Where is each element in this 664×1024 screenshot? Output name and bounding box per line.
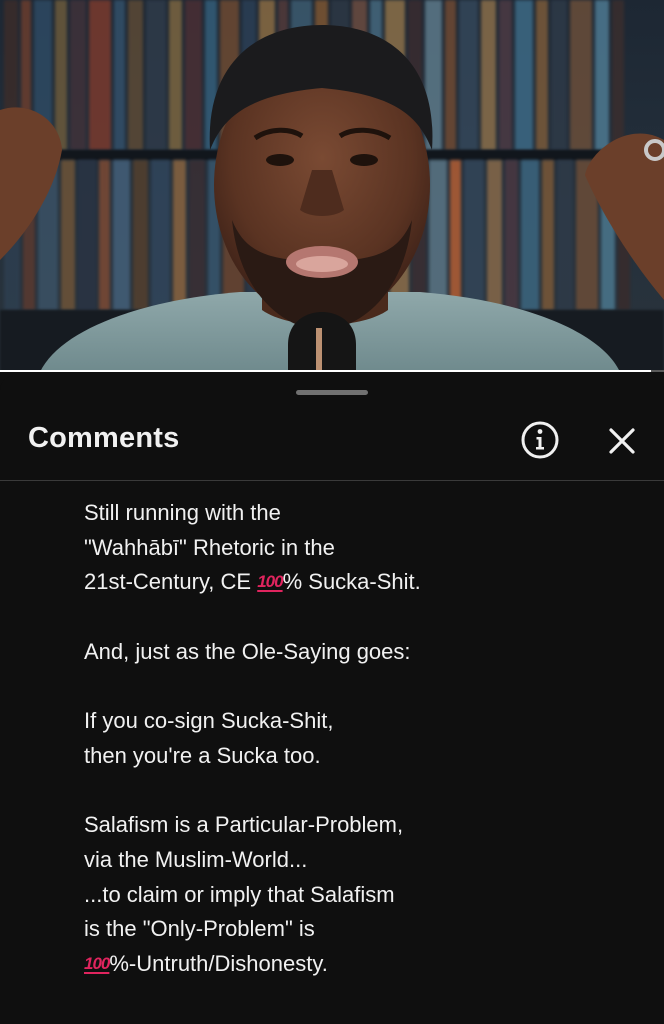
- close-button[interactable]: [600, 419, 644, 463]
- video-progress-bar[interactable]: [0, 370, 664, 372]
- info-button[interactable]: [519, 419, 561, 461]
- comment-line: Still running with the: [84, 500, 281, 525]
- video-progress-fill: [0, 370, 651, 372]
- comment-line: is the "Only-Problem" is: [84, 916, 315, 942]
- comment-line: And, just as the Ole-Saying goes:: [84, 638, 411, 664]
- comment-paragraph: And, just as the Ole-Saying goes:: [84, 635, 644, 670]
- close-icon: [609, 428, 635, 454]
- hundred-points-emoji-icon: 100: [257, 572, 283, 592]
- comment-line: 21st-Century, CE 100% Sucka-Shit.: [84, 565, 644, 600]
- drag-handle[interactable]: [296, 390, 368, 395]
- comment-line: then you're a Sucka too.: [84, 742, 321, 768]
- comment-line: "Wahhābī" Rhetoric in the: [84, 534, 335, 560]
- hundred-points-emoji-icon: 100: [84, 954, 110, 974]
- comment-paragraph: Salafism is a Particular-Problem, via the…: [84, 808, 644, 982]
- comment-line: Salafism is a Particular-Problem,: [84, 812, 404, 838]
- comment-line: via the Muslim-World...: [84, 846, 308, 872]
- comments-panel: Comments Still running with the "Wahhābī"…: [0, 376, 664, 1024]
- video-player[interactable]: [0, 0, 664, 372]
- presenter: [0, 25, 664, 372]
- comment-text: Still running with the "Wahhābī" Rhetoric…: [84, 496, 644, 1016]
- comment-text-segment: % Sucka-Shit.: [282, 569, 421, 595]
- comment-paragraph: If you co-sign Sucka-Shit, then you're a …: [84, 704, 644, 773]
- comments-title: Comments: [28, 422, 180, 454]
- comment-line: ...to claim or imply that Salafism: [84, 881, 395, 907]
- comment-line: 100%-Untruth/Dishonesty.: [84, 947, 644, 982]
- comments-header: Comments: [0, 406, 664, 481]
- comment-line: If you co-sign Sucka-Shit,: [84, 708, 334, 734]
- comment-text-segment: %-Untruth/Dishonesty.: [109, 951, 328, 977]
- info-circle-icon: [521, 421, 559, 459]
- comment-text-segment: 21st-Century, CE: [84, 569, 258, 595]
- comment-paragraph: Still running with the "Wahhābī" Rhetoric…: [84, 496, 644, 600]
